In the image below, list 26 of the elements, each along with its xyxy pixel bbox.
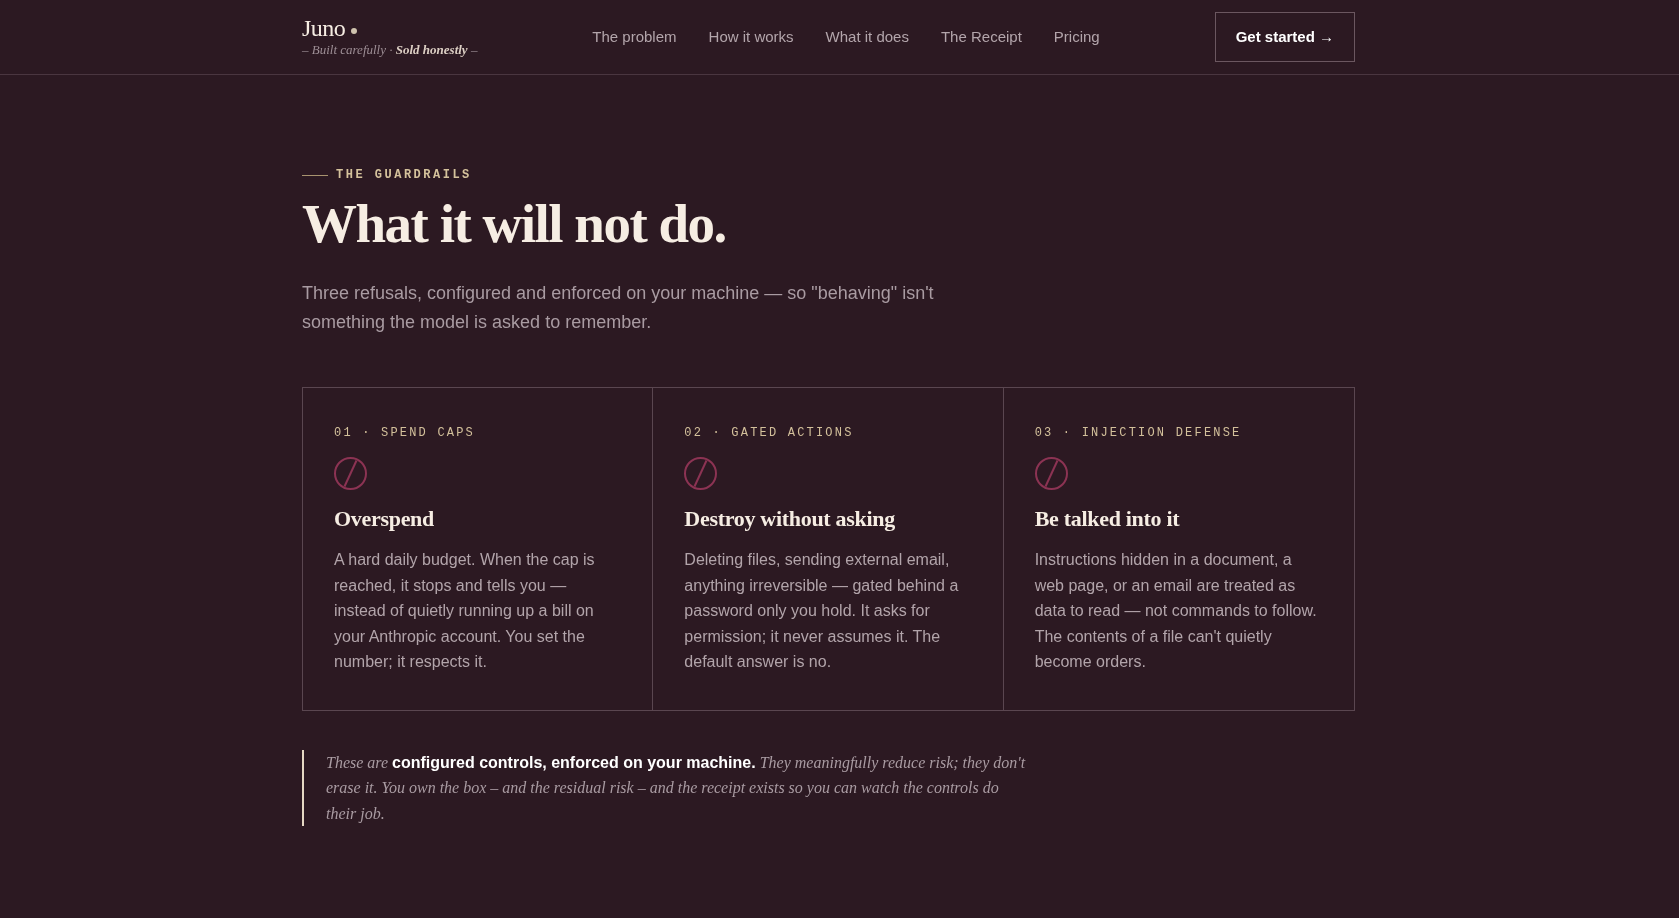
nav-link[interactable]: The problem — [592, 27, 677, 47]
get-started-button[interactable]: Get started → — [1214, 12, 1355, 62]
eyebrow-rule — [302, 174, 328, 176]
card-title: Be talked into it — [1034, 505, 1181, 532]
guardrail-note: These are configured controls, enforced on your machine. They meaningfully reduce risk; they don't erase it. You own the box – and the residual risk – and the receipt exists so you can watch the controls do their job. — [302, 749, 1026, 826]
card-description: Instructions hidden in a document, a web page, or an email are treated as data to read — not commands to follow. The contents of a file can't quietly become orders. — [1034, 550, 1318, 672]
nav-link[interactable]: Pricing — [1053, 27, 1100, 47]
card-description: A hard daily budget. When the cap is reached, it stops and tells you — instead of quietly running up a bill on your Anthropic account. You set the number; it respects it. — [334, 550, 596, 672]
section-eyebrow: THE GUARDRAILS — [336, 167, 472, 183]
card-label: 02 · GATED ACTIONS — [684, 425, 855, 441]
card-title: Overspend — [334, 505, 435, 532]
section-lead: Three refusals, configured and enforced on your machine — so "behaving" isn't something the model is asked to remember. — [302, 282, 935, 334]
prohibited-icon — [1034, 457, 1068, 490]
nav-link[interactable]: What it does — [825, 27, 909, 47]
section-title: What it will not do. — [302, 193, 727, 255]
card-label: 03 · INJECTION DEFENSE — [1034, 425, 1243, 441]
brand-name[interactable]: Juno — [302, 15, 346, 42]
prohibited-icon — [684, 457, 718, 490]
card-title: Destroy without asking — [684, 505, 896, 532]
prohibited-icon — [334, 457, 367, 490]
brand-tagline: – Built carefully · Sold honestly – — [302, 42, 478, 57]
dot-icon — [351, 28, 358, 34]
card-label: 01 · SPEND CAPS — [334, 425, 477, 441]
card-description: Deleting files, sending external email, anything irreversible — gated behind a password only you hold. It asks for permission; it never assumes it. The default answer is no. — [684, 550, 960, 672]
nav-link[interactable]: How it works — [708, 27, 794, 47]
nav-link[interactable]: The Receipt — [940, 27, 1022, 47]
